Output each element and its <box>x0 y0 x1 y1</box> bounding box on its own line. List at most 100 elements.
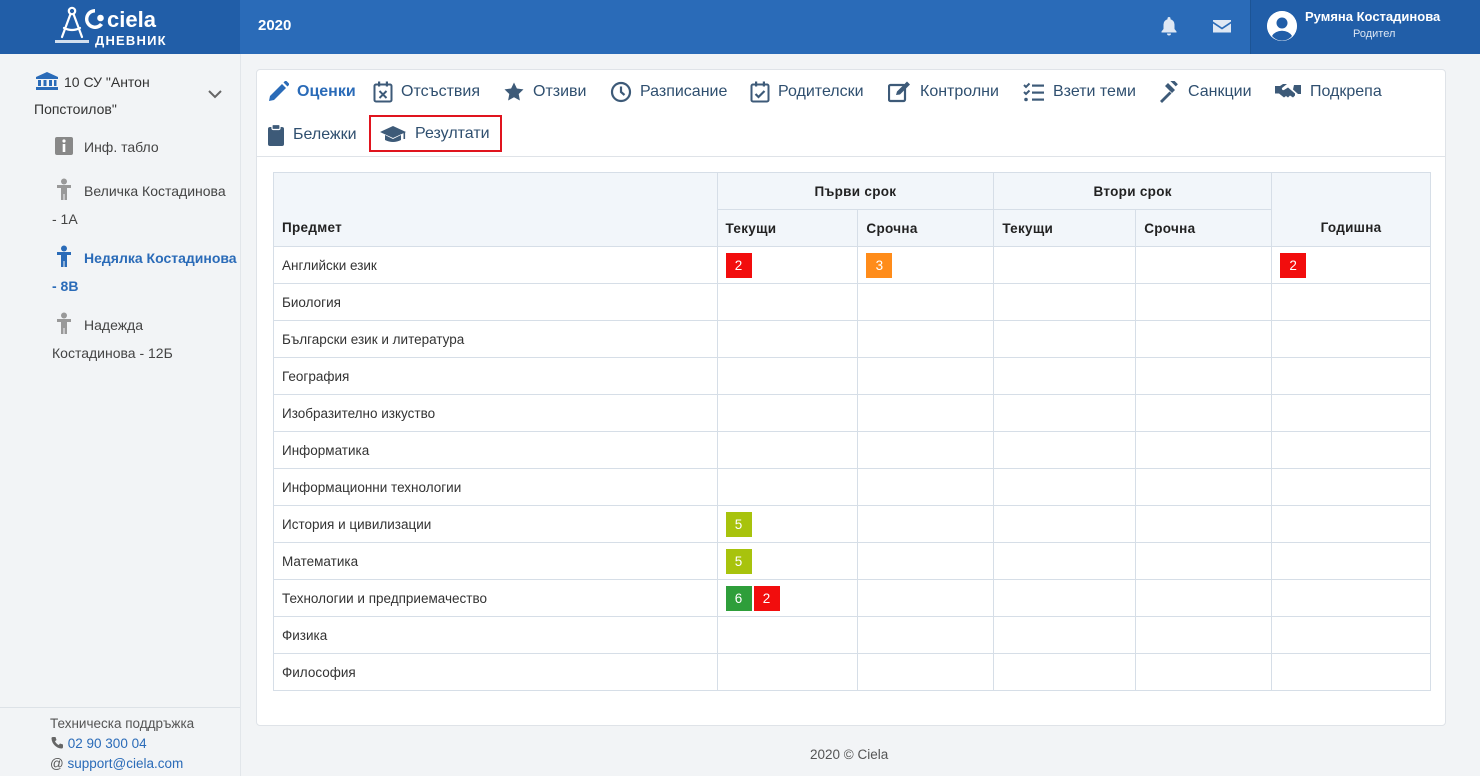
sidebar: 10 СУ "Антон Попстоилов" Инф. табло Вели… <box>0 54 241 776</box>
grade-cell <box>993 505 1137 543</box>
tab-support[interactable]: Подкрепа <box>1274 81 1382 103</box>
logo[interactable]: ciela ДНЕВНИК <box>0 0 240 54</box>
tab-parent-meetings[interactable]: Родителски <box>750 81 864 103</box>
tab-topics[interactable]: Взети теми <box>1023 81 1136 103</box>
grade-cell <box>1135 653 1273 691</box>
tab-label: Контролни <box>920 83 999 100</box>
subject-cell: История и цивилизации <box>273 505 718 543</box>
grade-cell <box>857 320 995 358</box>
grade-cell <box>1135 394 1273 432</box>
pencil-icon <box>269 81 289 101</box>
grade-cell <box>1271 616 1431 654</box>
grade-badge[interactable]: 5 <box>725 548 752 574</box>
grade-cell <box>1135 431 1273 469</box>
subject-cell: Информатика <box>273 431 718 469</box>
grade-cell <box>716 394 859 432</box>
term1-header: Първи срок <box>716 172 995 210</box>
grade-cell: 3 <box>857 246 995 284</box>
subject-cell: Английски език <box>273 246 718 284</box>
tab-tests[interactable]: Контролни <box>888 81 999 103</box>
subject-cell: Математика <box>273 542 718 580</box>
grade-badge[interactable]: 6 <box>725 585 752 611</box>
tab-label: Оценки <box>297 83 356 100</box>
table-row: География <box>273 357 1431 395</box>
grade-cell <box>1135 246 1273 284</box>
tab-reviews[interactable]: Отзиви <box>503 81 586 103</box>
bell-icon[interactable] <box>1158 15 1180 37</box>
subject-header: Предмет <box>273 172 718 247</box>
sidebar-item-class: - 1А <box>52 211 78 227</box>
tab-grades[interactable]: Оценки <box>267 81 356 103</box>
table-row: Математика 5 <box>273 542 1431 580</box>
school-selector[interactable]: 10 СУ "Антон Попстоилов" <box>34 70 196 121</box>
grade-cell <box>1135 616 1273 654</box>
envelope-icon[interactable] <box>1211 15 1233 37</box>
grade-badge[interactable]: 2 <box>1280 252 1307 278</box>
tab-label: Резултати <box>415 124 490 142</box>
grade-badge[interactable]: 2 <box>753 585 780 611</box>
table-row: Български език и литература <box>273 320 1431 358</box>
gavel-icon <box>1160 81 1178 103</box>
phone-icon <box>51 737 64 749</box>
grade-cell <box>1135 283 1273 321</box>
sidebar-item-child-3[interactable]: Надежда Костадинова - 12Б <box>52 312 240 365</box>
school-name-line2: Попстоилов" <box>34 101 117 117</box>
user-menu[interactable]: Румяна Костадинова Родител <box>1250 0 1480 54</box>
table-row: История и цивилизации 5 <box>273 505 1431 543</box>
tab-results[interactable]: Резултати <box>369 115 502 152</box>
tab-label: Санкции <box>1188 83 1252 100</box>
grade-badge[interactable]: 2 <box>725 252 752 278</box>
grade-cell <box>993 394 1137 432</box>
sidebar-item-class: - 8В <box>52 278 79 294</box>
table-row: Английски език 2 3 2 <box>273 246 1431 284</box>
grade-cell <box>1135 579 1273 617</box>
support-phone-link[interactable]: 02 90 300 04 <box>68 736 147 751</box>
grade-cell <box>716 653 859 691</box>
chevron-down-icon[interactable] <box>208 86 222 104</box>
grade-cell <box>716 357 859 395</box>
grade-cell <box>993 653 1137 691</box>
subject-cell: Изобразително изкуство <box>273 394 718 432</box>
child-icon <box>54 312 74 341</box>
edit-icon <box>888 81 910 103</box>
grade-badge[interactable]: 3 <box>866 252 893 278</box>
grades-card: Оценки Отсъствия Отзиви Разписание Родит… <box>256 69 1446 726</box>
sidebar-item-label: Надежда <box>84 317 144 333</box>
grade-cell <box>1135 357 1273 395</box>
grade-cell <box>993 357 1137 395</box>
table-row: Технологии и предприемачество 6 2 <box>273 579 1431 617</box>
grade-cell <box>857 505 995 543</box>
grade-badge[interactable]: 5 <box>725 511 752 537</box>
sidebar-item-child-2[interactable]: Недялка Костадинова - 8В <box>52 245 240 298</box>
subject-cell: Технологии и предприемачество <box>273 579 718 617</box>
tab-notes[interactable]: Бележки <box>267 124 357 146</box>
sidebar-item-child-1[interactable]: Величка Костадинова - 1А <box>52 178 240 231</box>
grade-cell <box>993 320 1137 358</box>
grade-cell <box>716 320 859 358</box>
term2-current-header: Текущи <box>993 209 1137 247</box>
grade-cell <box>1135 320 1273 358</box>
annual-header: Годишна <box>1271 172 1431 247</box>
support-email-link[interactable]: support@ciela.com <box>67 756 183 771</box>
grade-cell <box>993 246 1137 284</box>
tab-absences[interactable]: Отсъствия <box>373 81 480 103</box>
tab-schedule[interactable]: Разписание <box>610 81 727 103</box>
grade-cell <box>857 542 995 580</box>
grade-cell <box>857 283 995 321</box>
sidebar-item-dashboard[interactable]: Инф. табло <box>54 135 159 163</box>
grade-cell <box>993 616 1137 654</box>
grade-cell <box>1271 505 1431 543</box>
school-year: 2020 <box>258 17 292 34</box>
child-icon <box>54 245 74 274</box>
grade-cell <box>857 431 995 469</box>
logo-word: ciela <box>107 7 157 32</box>
tab-label: Родителски <box>778 83 864 100</box>
grade-cell <box>993 542 1137 580</box>
grade-cell <box>1271 431 1431 469</box>
sidebar-item-label: Инф. табло <box>84 139 159 155</box>
subject-cell: Физика <box>273 616 718 654</box>
user-name: Румяна Костадинова <box>1305 9 1441 24</box>
grade-cell <box>1271 468 1431 506</box>
bank-icon <box>36 72 58 97</box>
tab-sanctions[interactable]: Санкции <box>1158 81 1252 103</box>
